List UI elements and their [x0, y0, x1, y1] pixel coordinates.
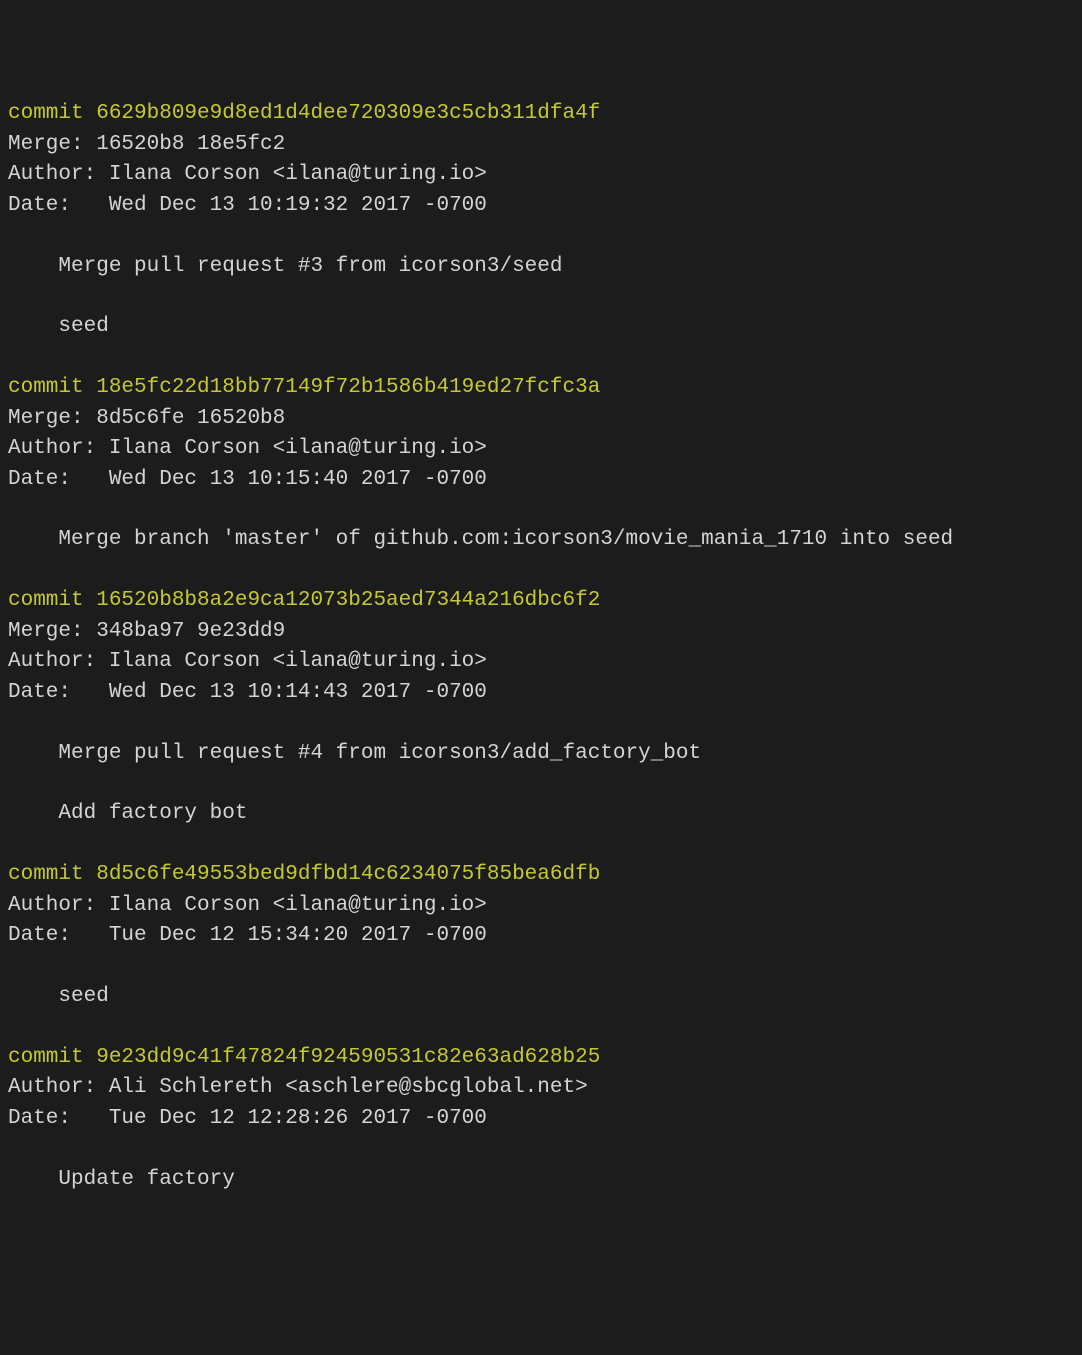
blank-line — [8, 952, 1074, 982]
blank-line — [8, 343, 1074, 373]
blank-line — [8, 495, 1074, 525]
blank-line — [8, 830, 1074, 860]
commit-author-line: Author: Ilana Corson <ilana@turing.io> — [8, 434, 1074, 464]
commit-hash-line: commit 16520b8b8a2e9ca12073b25aed7344a21… — [8, 586, 1074, 616]
commit-date-line: Date: Wed Dec 13 10:14:43 2017 -0700 — [8, 678, 1074, 708]
commit-merge-line: Merge: 8d5c6fe 16520b8 — [8, 404, 1074, 434]
commit-message-line: Merge pull request #4 from icorson3/add_… — [8, 739, 1074, 769]
commit-author-line: Author: Ilana Corson <ilana@turing.io> — [8, 891, 1074, 921]
commit-date-line: Date: Wed Dec 13 10:19:32 2017 -0700 — [8, 191, 1074, 221]
commit-merge-line: Merge: 348ba97 9e23dd9 — [8, 617, 1074, 647]
blank-line — [8, 221, 1074, 251]
commit-merge-line: Merge: 16520b8 18e5fc2 — [8, 130, 1074, 160]
commit-hash-line: commit 6629b809e9d8ed1d4dee720309e3c5cb3… — [8, 99, 1074, 129]
commit-date-line: Date: Wed Dec 13 10:15:40 2017 -0700 — [8, 465, 1074, 495]
commit-message-line: Merge pull request #3 from icorson3/seed — [8, 252, 1074, 282]
commit-hash-line: commit 18e5fc22d18bb77149f72b1586b419ed2… — [8, 373, 1074, 403]
commit-date-line: Date: Tue Dec 12 15:34:20 2017 -0700 — [8, 921, 1074, 951]
commit-message-line: Update factory — [8, 1165, 1074, 1195]
commit-hash-line: commit 9e23dd9c41f47824f924590531c82e63a… — [8, 1043, 1074, 1073]
git-log-output: commit 6629b809e9d8ed1d4dee720309e3c5cb3… — [8, 99, 1074, 1195]
blank-line — [8, 556, 1074, 586]
commit-message-line: seed — [8, 312, 1074, 342]
commit-hash-line: commit 8d5c6fe49553bed9dfbd14c6234075f85… — [8, 860, 1074, 890]
commit-message-line: Merge branch 'master' of github.com:icor… — [8, 525, 1074, 555]
commit-message-line: Add factory bot — [8, 799, 1074, 829]
commit-author-line: Author: Ilana Corson <ilana@turing.io> — [8, 160, 1074, 190]
blank-line — [8, 769, 1074, 799]
blank-line — [8, 282, 1074, 312]
commit-author-line: Author: Ali Schlereth <aschlere@sbcgloba… — [8, 1073, 1074, 1103]
commit-date-line: Date: Tue Dec 12 12:28:26 2017 -0700 — [8, 1104, 1074, 1134]
commit-author-line: Author: Ilana Corson <ilana@turing.io> — [8, 647, 1074, 677]
blank-line — [8, 1134, 1074, 1164]
blank-line — [8, 708, 1074, 738]
commit-message-line: seed — [8, 982, 1074, 1012]
blank-line — [8, 1012, 1074, 1042]
